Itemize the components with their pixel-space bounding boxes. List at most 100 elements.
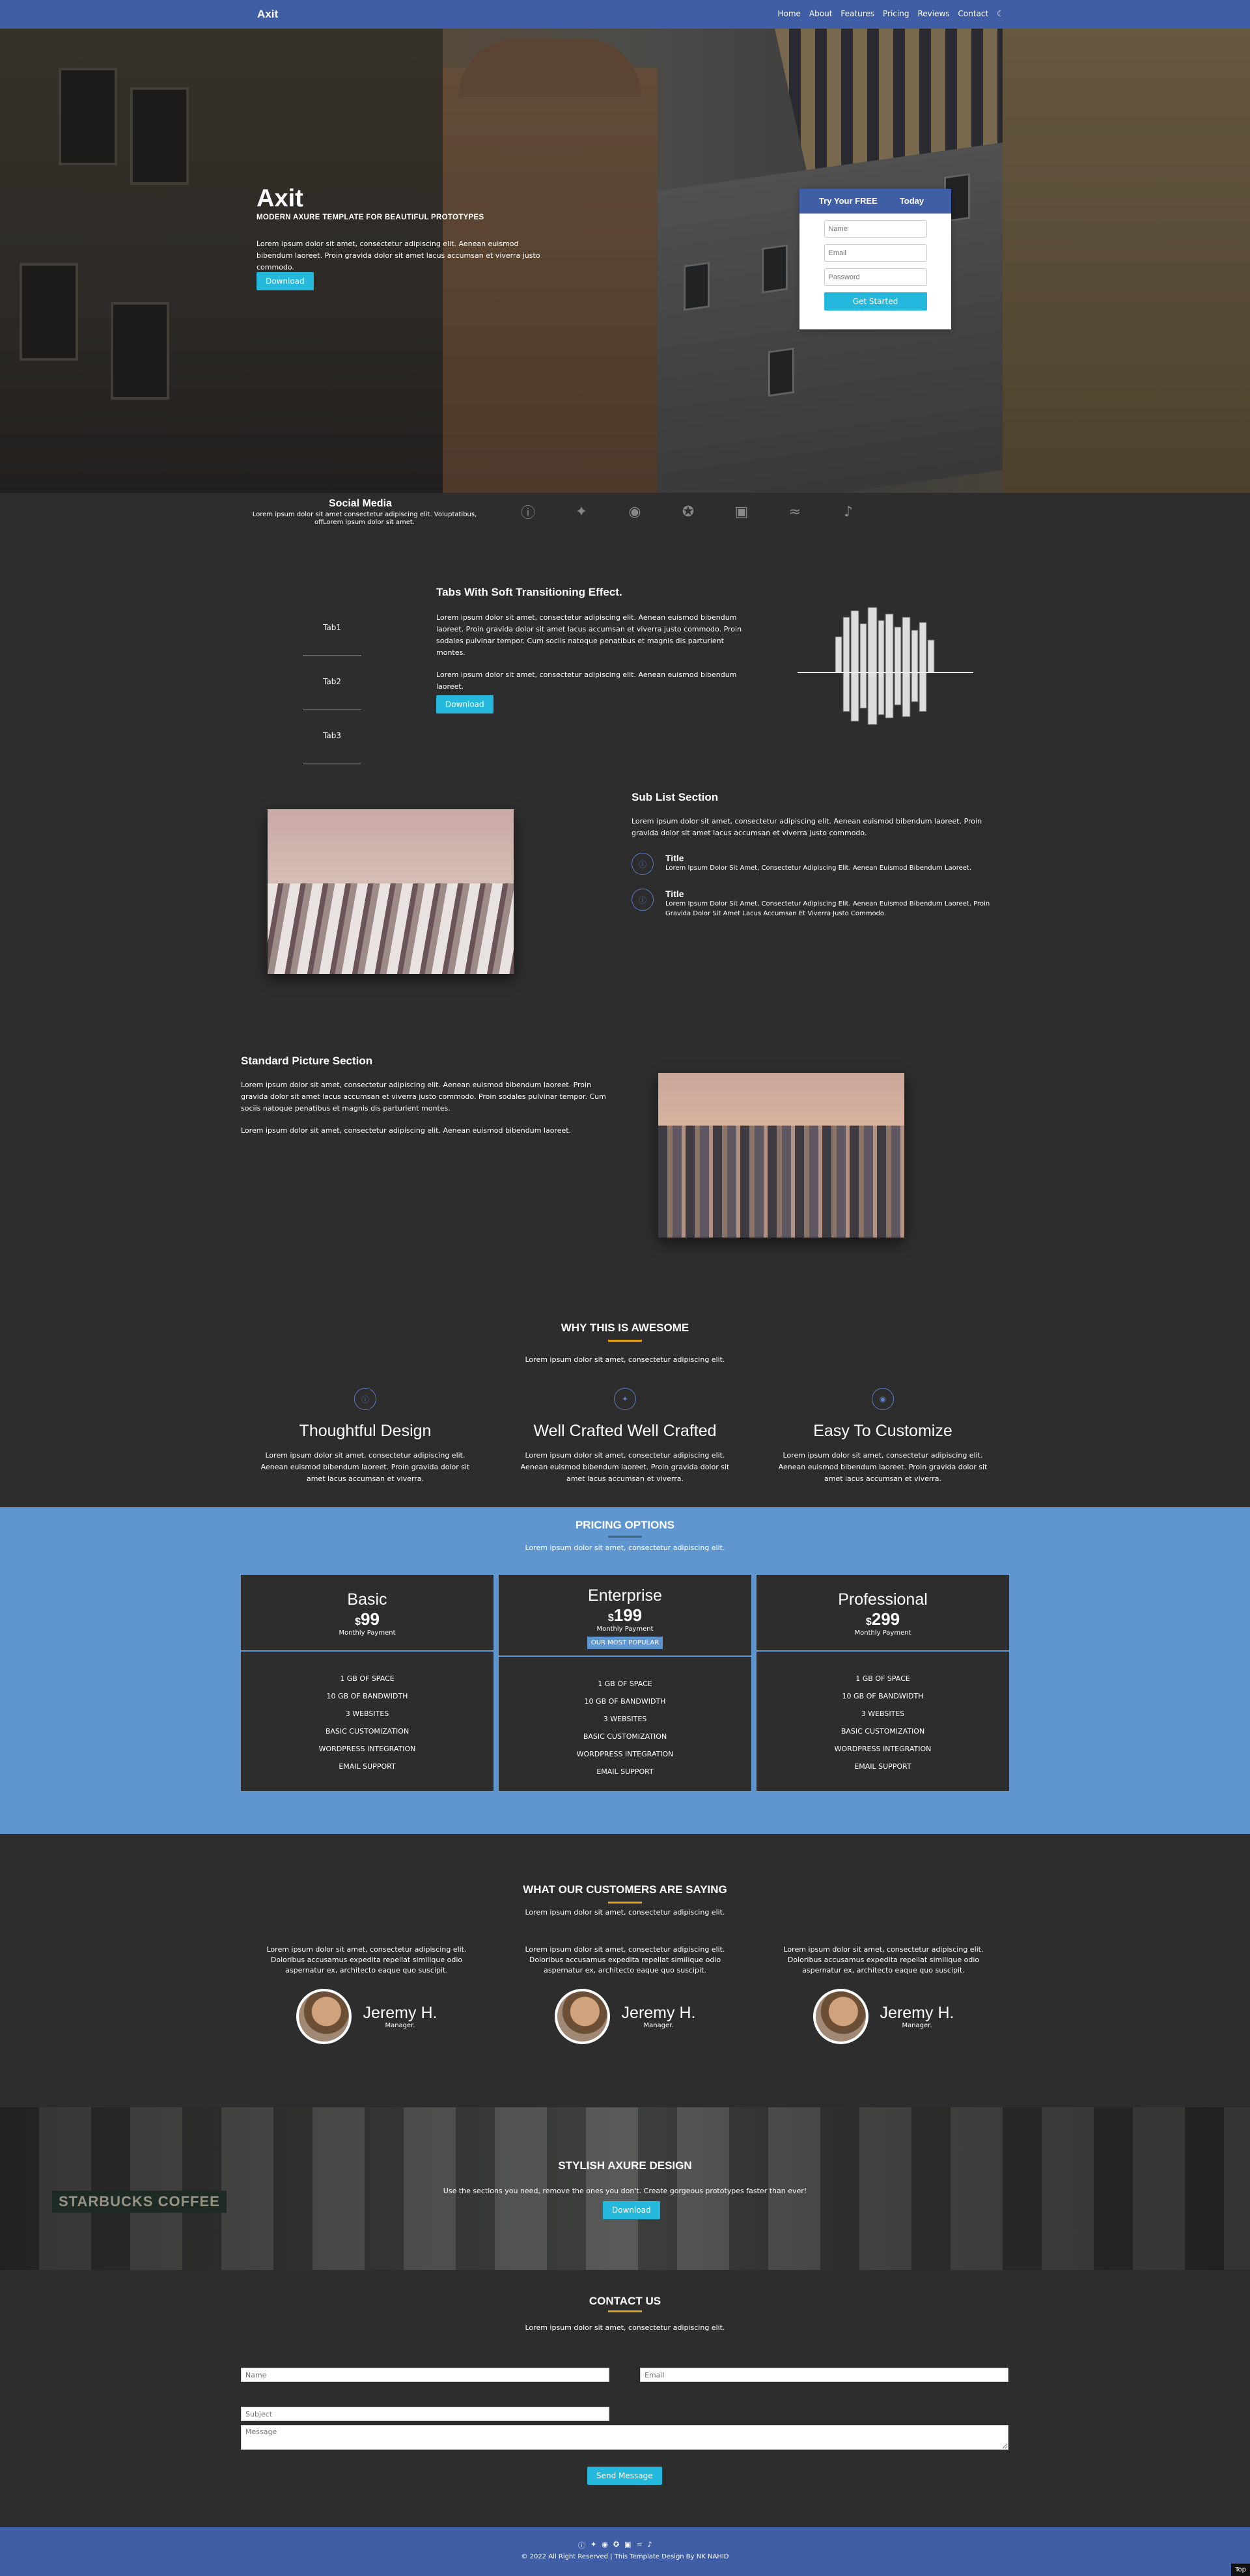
facebook-icon: ⓘ — [354, 1388, 376, 1410]
plan-header: Basic $99 Monthly Payment — [241, 1575, 493, 1652]
google-plus-icon[interactable]: ◉ — [625, 502, 645, 521]
hero-download-button[interactable]: Download — [257, 272, 314, 290]
testimonial-card: Lorem ipsum dolor sit amet, consectetur … — [259, 1945, 474, 2044]
twitter-icon[interactable]: ✦ — [572, 502, 591, 521]
plan-currency: $ — [607, 1613, 614, 1624]
tab-1[interactable]: Tab1 — [303, 602, 361, 656]
moon-icon[interactable]: ☾ — [997, 9, 1004, 18]
cta-download-button[interactable]: Download — [603, 2201, 660, 2219]
avatar — [296, 1989, 352, 2044]
tabs-paragraph-2: Lorem ipsum dolor sit amet, consectetur … — [436, 671, 737, 691]
tabs-section: Tab1 Tab2 Tab3 Tabs With Soft Transition… — [0, 586, 1250, 781]
plan-currency: $ — [355, 1616, 361, 1627]
plan-feature: 10 GB OF BANDWIDTH — [842, 1692, 924, 1700]
signup-name-input[interactable] — [824, 220, 927, 238]
plan-feature: 3 WEBSITES — [345, 1710, 389, 1718]
signup-heading: Try Your FREE Trial Today — [799, 189, 951, 214]
testimonial-card: Lorem ipsum dolor sit amet, consectetur … — [776, 1945, 991, 2044]
signup-password-input[interactable] — [824, 268, 927, 286]
feature-text: Lorem ipsum dolor sit amet, consectetur … — [260, 1451, 470, 1483]
sublist-item: ⓘ Title Lorem Ipsum Dolor Sit Amet, Cons… — [632, 853, 1009, 875]
features-lead: Lorem ipsum dolor sit amet, consectetur … — [525, 1355, 725, 1364]
city-skyline-photo — [658, 1073, 904, 1238]
pricing-card-basic: Basic $99 Monthly Payment 1 GB OF SPACE … — [241, 1575, 493, 1791]
instagram-icon[interactable]: ▣ — [732, 502, 751, 521]
title-underline — [608, 2310, 642, 2312]
wifi-icon[interactable]: ≈ — [636, 2540, 642, 2551]
author-role: Manager. — [385, 2022, 415, 2029]
plan-feature: EMAIL SUPPORT — [596, 1767, 654, 1776]
sublist-item: ⓘ Title Lorem Ipsum Dolor Sit Amet, Cons… — [632, 889, 1009, 919]
plan-feature: EMAIL SUPPORT — [854, 1762, 911, 1771]
instagram-icon[interactable]: ▣ — [624, 2540, 631, 2551]
picture-title: Standard Picture Section — [241, 1055, 373, 1067]
plan-price: $199 — [499, 1605, 751, 1626]
plan-currency: $ — [865, 1616, 872, 1627]
tabs-download-button[interactable]: Download — [436, 695, 493, 713]
author-role: Manager. — [902, 2022, 932, 2029]
nav-link-about[interactable]: About — [809, 9, 832, 18]
feature-card: ✦ Well Crafted Well Crafted Lorem ipsum … — [518, 1388, 732, 1485]
feature-card: ◉ Easy To Customize Lorem ipsum dolor si… — [775, 1388, 990, 1485]
feature-title: Thoughtful Design — [299, 1422, 432, 1440]
contact-message-input[interactable] — [241, 2425, 1008, 2450]
google-plus-icon[interactable]: ◉ — [602, 2540, 608, 2551]
contact-name-input[interactable] — [241, 2368, 609, 2382]
plan-feature: BASIC CUSTOMIZATION — [325, 1727, 410, 1736]
tiktok-icon[interactable]: ♪ — [839, 502, 858, 521]
feature-card: ⓘ Thoughtful Design Lorem ipsum dolor si… — [258, 1388, 473, 1485]
nav-link-pricing[interactable]: Pricing — [883, 9, 909, 18]
cta-section: STARBUCKS COFFEE STYLISH AXURE DESIGN Us… — [0, 2107, 1250, 2270]
facebook-icon: ⓘ — [632, 889, 654, 911]
contact-subject-input[interactable] — [241, 2407, 609, 2421]
avatar — [554, 1989, 610, 2044]
social-description: Lorem ipsum dolor sit amet consectetur a… — [252, 511, 477, 526]
get-started-button[interactable]: Get Started — [824, 292, 927, 311]
facebook-icon[interactable]: ⓘ — [578, 2540, 585, 2551]
standard-picture-section: Standard Picture Section Lorem ipsum dol… — [0, 1055, 1250, 1250]
feature-text: Lorem ipsum dolor sit amet, consectetur … — [778, 1451, 988, 1483]
wifi-icon[interactable]: ≈ — [785, 502, 805, 521]
brand-logo[interactable]: Axit — [257, 8, 278, 21]
sublist-item-title: Title — [665, 889, 684, 899]
nav-link-home[interactable]: Home — [777, 9, 800, 18]
google-icon: ◉ — [872, 1388, 894, 1410]
testimonials-lead: Lorem ipsum dolor sit amet, consectetur … — [525, 1908, 725, 1917]
plan-features: 1 GB OF SPACE 10 GB OF BANDWIDTH 3 WEBSI… — [499, 1657, 751, 1795]
pricing-section: PRICING OPTIONS Lorem ipsum dolor sit am… — [0, 1507, 1250, 1834]
photo-skyscrapers — [658, 1125, 904, 1238]
contact-title: CONTACT US — [589, 2295, 661, 2307]
twitter-icon[interactable]: ✦ — [590, 2540, 596, 2551]
testimonial-quote: Lorem ipsum dolor sit amet, consectetur … — [525, 1945, 725, 1974]
hero-description: Lorem ipsum dolor sit amet, consectetur … — [257, 240, 540, 271]
back-to-top-button[interactable]: Top — [1231, 2564, 1250, 2576]
popular-badge: OUR MOST POPULAR — [587, 1637, 663, 1649]
tiktok-icon[interactable]: ♪ — [648, 2540, 652, 2551]
facebook-icon[interactable]: ⓘ — [518, 502, 538, 521]
pinterest-icon[interactable]: ✪ — [613, 2540, 619, 2551]
feature-text: Lorem ipsum dolor sit amet, consectetur … — [520, 1451, 730, 1483]
plan-feature: BASIC CUSTOMIZATION — [840, 1727, 925, 1736]
testimonial-author: Jeremy H. Manager. — [776, 1989, 991, 2044]
pinterest-icon[interactable]: ✪ — [678, 502, 698, 521]
contact-email-input[interactable] — [640, 2368, 1008, 2382]
plan-amount: 199 — [613, 1605, 643, 1625]
tab-3[interactable]: Tab3 — [303, 710, 361, 764]
signup-email-input[interactable] — [824, 244, 927, 262]
plan-feature: BASIC CUSTOMIZATION — [583, 1732, 667, 1741]
nav-link-features[interactable]: Features — [840, 9, 874, 18]
nav-link-contact[interactable]: Contact — [958, 9, 989, 18]
tab-2[interactable]: Tab2 — [303, 656, 361, 710]
sublist-item-text: Lorem Ipsum Dolor Sit Amet, Consectetur … — [665, 900, 990, 917]
nav-link-reviews[interactable]: Reviews — [917, 9, 949, 18]
pricing-lead: Lorem ipsum dolor sit amet, consectetur … — [525, 1544, 725, 1552]
footer: ⓘ ✦ ◉ ✪ ▣ ≈ ♪ © 2022 All Right Reserved … — [0, 2527, 1250, 2576]
feature-title: Well Crafted Well Crafted — [533, 1422, 717, 1440]
plan-name: Enterprise — [588, 1586, 662, 1605]
plan-feature: 1 GB OF SPACE — [598, 1680, 652, 1688]
sublist-item-text: Lorem Ipsum Dolor Sit Amet, Consectetur … — [665, 865, 972, 872]
plan-period: Monthly Payment — [596, 1626, 654, 1633]
contact-section: CONTACT US Lorem ipsum dolor sit amet, c… — [0, 2270, 1250, 2527]
send-message-button[interactable]: Send Message — [587, 2467, 662, 2485]
pricing-card-professional: Professional $299 Monthly Payment 1 GB O… — [757, 1575, 1009, 1791]
